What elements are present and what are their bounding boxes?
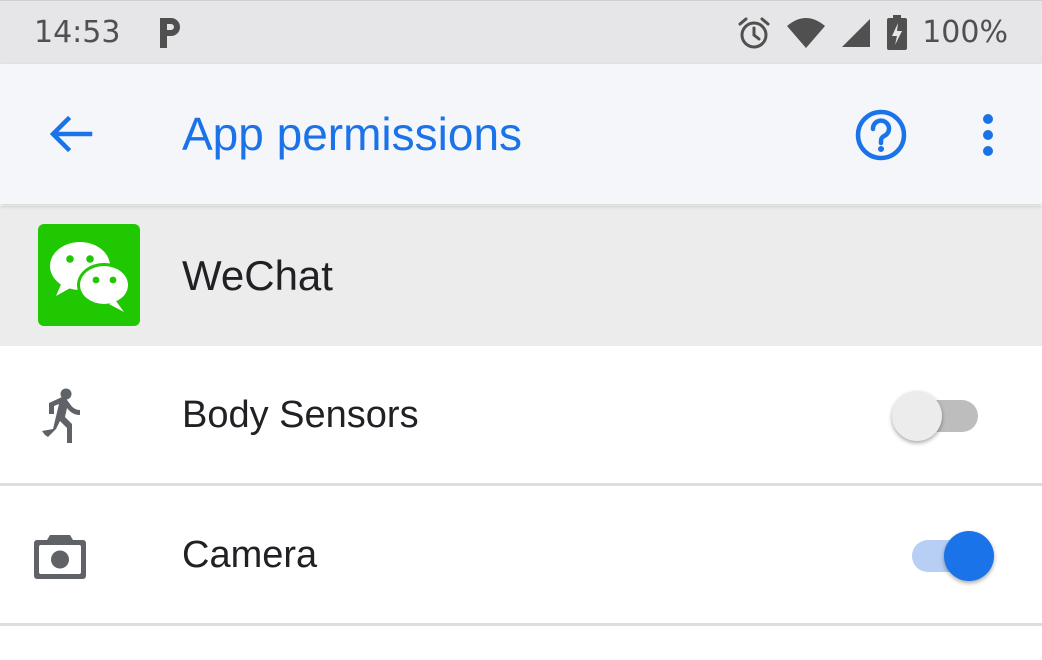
permission-row-camera[interactable]: Camera <box>0 488 1042 626</box>
parking-icon <box>156 15 184 51</box>
app-permissions-screen: 14:53 100% App permissions WeChat Body S… <box>0 0 1042 660</box>
page-title: App permissions <box>182 108 523 160</box>
app-bar: App permissions <box>0 64 1042 204</box>
battery-percent: 100% <box>922 15 1008 50</box>
permission-label: Body Sensors <box>182 394 419 436</box>
status-time: 14:53 <box>34 15 121 50</box>
help-button[interactable] <box>852 106 910 164</box>
toggle-thumb <box>892 391 942 441</box>
permission-row-body-sensors[interactable]: Body Sensors <box>0 348 1042 486</box>
status-bar: 14:53 100% <box>0 0 1042 64</box>
help-icon <box>855 109 907 161</box>
more-vert-icon <box>983 114 993 156</box>
back-button[interactable] <box>40 104 100 164</box>
directions-run-icon <box>30 386 90 446</box>
battery-charging-icon <box>886 15 908 51</box>
back-arrow-icon <box>49 115 93 153</box>
alarm-icon <box>736 15 772 51</box>
toggle-thumb <box>944 531 994 581</box>
wechat-logo <box>38 224 140 326</box>
camera-toggle[interactable] <box>890 528 1000 584</box>
permission-label: Camera <box>182 534 318 576</box>
more-options-button[interactable] <box>964 106 1012 164</box>
cell-signal-icon <box>840 17 872 49</box>
app-header-row: WeChat <box>0 206 1042 346</box>
body-sensors-toggle[interactable] <box>890 388 1000 444</box>
app-name: WeChat <box>182 252 333 299</box>
status-icons: 100% <box>736 13 1008 53</box>
wifi-icon <box>786 16 826 50</box>
camera-icon <box>30 526 90 586</box>
